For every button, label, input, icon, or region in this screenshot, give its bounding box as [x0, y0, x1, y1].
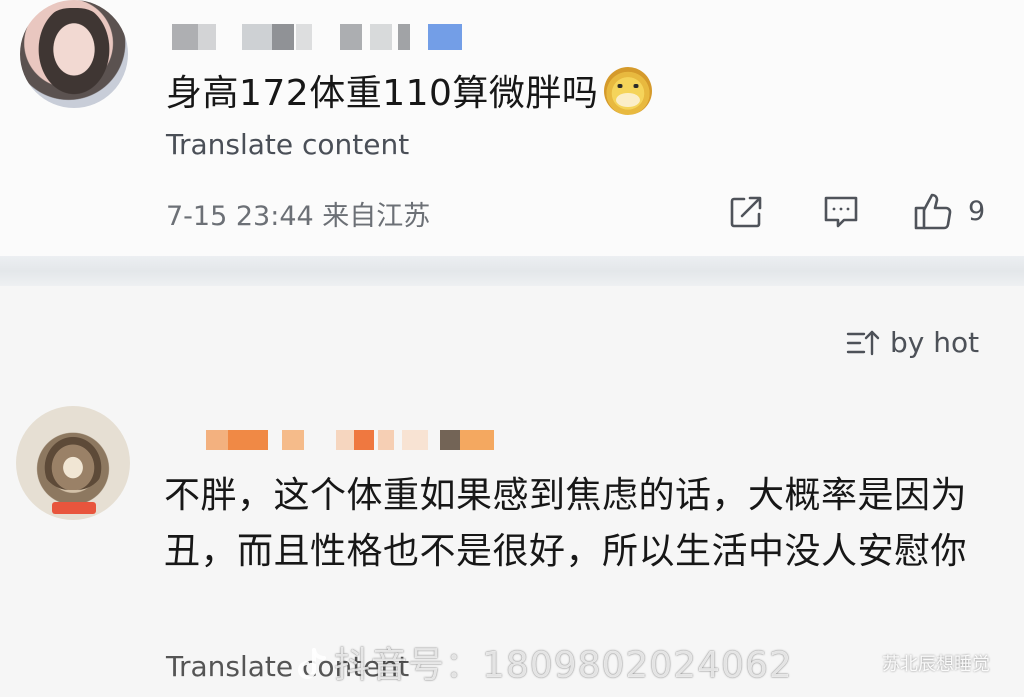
- sort-by-hot-button[interactable]: by hot: [846, 326, 979, 359]
- doge-emoji-icon: [604, 67, 653, 115]
- share-icon[interactable]: [728, 194, 764, 230]
- comment-meta: 7-15 23:44 来自江苏: [166, 194, 430, 233]
- comment-icon[interactable]: [822, 194, 860, 230]
- avatar-badge: [52, 502, 96, 514]
- douyin-logo-icon: [298, 648, 326, 679]
- reply-text: 不胖，这个体重如果感到焦虑的话，大概率是因为丑，而且性格也不是很好，所以生活中没…: [164, 475, 968, 572]
- replier-avatar[interactable]: [16, 406, 130, 520]
- douyin-watermark: 抖音号：1809802024062: [296, 636, 793, 688]
- user-avatar[interactable]: [20, 0, 128, 108]
- username-redacted[interactable]: [172, 24, 462, 50]
- comment-body: 身高172体重110算微胖吗: [166, 73, 599, 114]
- like-count: 9: [968, 196, 986, 227]
- comment-text: 身高172体重110算微胖吗: [166, 64, 653, 116]
- corner-watermark: 苏北辰想睡觉: [882, 654, 990, 675]
- cat-avatar-image: [42, 434, 104, 490]
- timestamp: 7-15 23:44: [166, 201, 314, 232]
- post-comment: 身高172体重110算微胖吗 Translate content 7-15 23…: [0, 0, 1024, 262]
- translate-content-link[interactable]: Translate content: [166, 128, 409, 161]
- like-icon[interactable]: [912, 190, 954, 232]
- sort-label: by hot: [890, 326, 980, 359]
- location: 来自江苏: [322, 201, 431, 232]
- section-divider: [0, 256, 1024, 286]
- watermark-text: 抖音号：1809802024062: [334, 645, 793, 686]
- avatar-portrait: [34, 8, 114, 100]
- replier-username-redacted[interactable]: [206, 430, 496, 450]
- sort-icon: [846, 330, 880, 355]
